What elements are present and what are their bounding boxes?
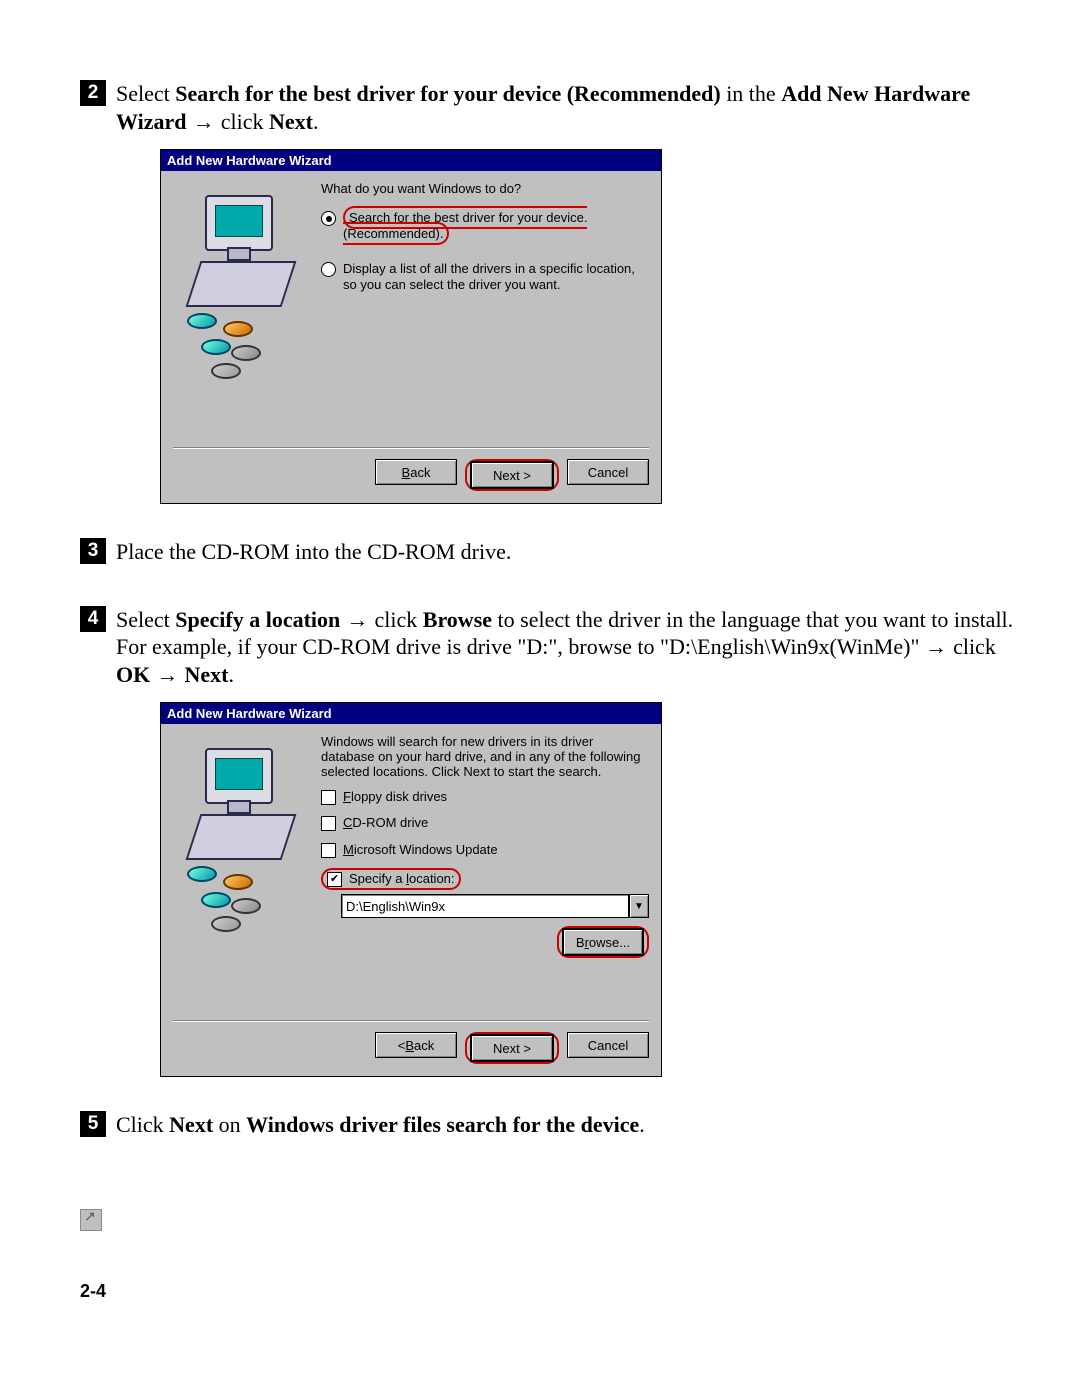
back-button[interactable]: < Back: [375, 1032, 457, 1058]
step-2-text: Select Search for the best driver for yo…: [116, 80, 1020, 135]
step-5: 5 Click Next on Windows driver files sea…: [80, 1111, 1020, 1139]
step-number: 4: [80, 606, 106, 632]
checkbox-cdrom[interactable]: CD-ROM drive: [321, 815, 649, 831]
checkbox-label: Specify a location:: [349, 871, 455, 887]
step-5-text: Click Next on Windows driver files searc…: [116, 1111, 645, 1139]
checkbox-icon: [327, 872, 342, 887]
checkbox-icon: [321, 816, 336, 831]
step-number: 5: [80, 1111, 106, 1137]
next-button[interactable]: Next >: [471, 462, 553, 488]
dropdown-icon[interactable]: ▼: [629, 894, 649, 918]
checkbox-icon: [321, 843, 336, 858]
manual-page: 2 Select Search for the best driver for …: [0, 0, 1080, 1342]
page-number: 2-4: [80, 1281, 1020, 1302]
checkbox-label: CD-ROM drive: [343, 815, 428, 831]
radio-icon: [321, 262, 336, 277]
step-number: 2: [80, 80, 106, 106]
step-4-text: Select Specify a location → click Browse…: [116, 606, 1020, 689]
dialog-question: What do you want Windows to do?: [321, 181, 649, 196]
radio-icon: [321, 211, 336, 226]
checkbox-floppy[interactable]: Floppy disk drives: [321, 789, 649, 805]
step-number: 3: [80, 538, 106, 564]
dialog-titlebar: Add New Hardware Wizard: [161, 703, 661, 724]
browse-button[interactable]: Browse...: [563, 929, 643, 955]
location-path-field[interactable]: D:\English\Win9x ▼: [341, 894, 649, 918]
dialog-intro: Windows will search for new drivers in i…: [321, 734, 649, 779]
dialog-titlebar: Add New Hardware Wizard: [161, 150, 661, 171]
next-button[interactable]: Next >: [471, 1035, 553, 1061]
add-new-hardware-wizard-dialog: Add New Hardware Wizard What do you want…: [160, 149, 662, 504]
cancel-button[interactable]: Cancel: [567, 459, 649, 485]
highlighted-browse: Browse...: [557, 926, 649, 958]
page-corner-icon: [80, 1209, 102, 1231]
radio-display-list[interactable]: Display a list of all the drivers in a s…: [321, 261, 649, 294]
checkbox-icon: [321, 790, 336, 805]
wizard-clipart: [173, 734, 313, 1014]
checkbox-label: Microsoft Windows Update: [343, 842, 498, 858]
highlighted-next: Next >: [465, 459, 559, 491]
back-button[interactable]: Back: [375, 459, 457, 485]
dialog-2-figure: Add New Hardware Wizard Windows will sea…: [160, 702, 1020, 1077]
step-2: 2 Select Search for the best driver for …: [80, 80, 1020, 135]
highlighted-option: Search for the best driver for your devi…: [343, 206, 587, 245]
radio-label: Display a list of all the drivers in a s…: [343, 261, 649, 294]
checkbox-specify-location[interactable]: Specify a location:: [321, 868, 649, 890]
radio-search-best-driver[interactable]: Search for the best driver for your devi…: [321, 210, 649, 243]
highlighted-next: Next >: [465, 1032, 559, 1064]
step-3-text: Place the CD-ROM into the CD-ROM drive.: [116, 538, 511, 566]
path-input[interactable]: D:\English\Win9x: [341, 894, 629, 918]
step-3: 3 Place the CD-ROM into the CD-ROM drive…: [80, 538, 1020, 566]
step-4: 4 Select Specify a location → click Brow…: [80, 606, 1020, 689]
dialog-1-figure: Add New Hardware Wizard What do you want…: [160, 149, 1020, 504]
checkbox-windows-update[interactable]: Microsoft Windows Update: [321, 842, 649, 858]
checkbox-label: Floppy disk drives: [343, 789, 447, 805]
cancel-button[interactable]: Cancel: [567, 1032, 649, 1058]
wizard-clipart: [173, 181, 313, 441]
add-new-hardware-wizard-dialog-2: Add New Hardware Wizard Windows will sea…: [160, 702, 662, 1077]
